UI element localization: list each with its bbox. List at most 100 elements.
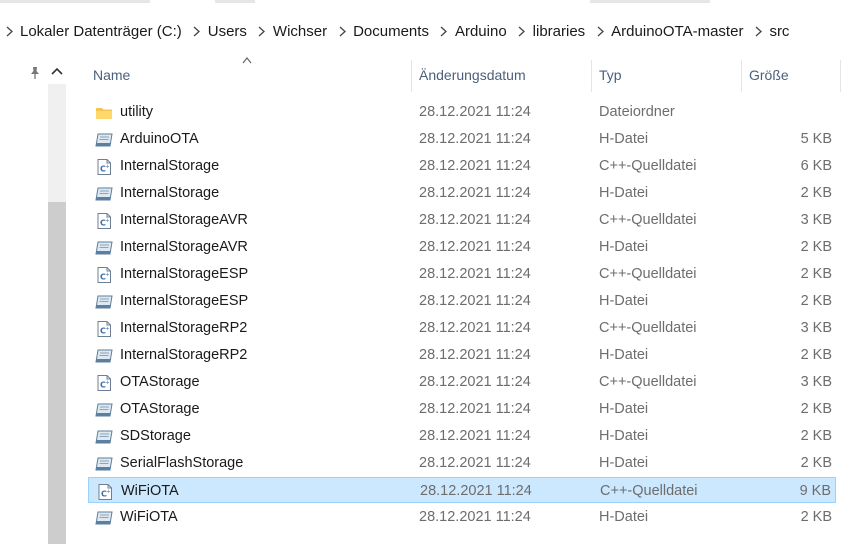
file-date: 28.12.2021 11:24 <box>419 131 531 147</box>
chevron-right-icon[interactable] <box>253 21 271 41</box>
column-header-type[interactable]: Typ <box>599 58 622 92</box>
breadcrumb-item[interactable]: Documents <box>351 23 435 40</box>
file-row[interactable]: InternalStorage 28.12.2021 11:24 H-Datei 2 … <box>88 180 836 206</box>
file-name: InternalStorageESP <box>120 293 249 309</box>
file-row[interactable]: InternalStorageESP 28.12.2021 11:24 H-Date… <box>88 288 836 314</box>
file-type: H-Datei <box>599 401 649 417</box>
cpp-file-icon: C + <box>95 320 113 337</box>
file-type: C++-Quelldatei <box>599 374 697 390</box>
file-size: 6 KB <box>800 158 832 174</box>
breadcrumb-item[interactable]: Arduino <box>453 23 513 40</box>
file-size: 2 KB <box>800 428 832 444</box>
h-file-icon <box>95 293 113 309</box>
breadcrumb-item[interactable]: ArduinoOTA-master <box>609 23 749 40</box>
file-name: WiFiOTA <box>121 483 179 499</box>
file-row[interactable]: utility 28.12.2021 11:24 Dateiordner <box>88 99 836 125</box>
file-type: H-Datei <box>599 455 649 471</box>
file-size: 2 KB <box>800 455 832 471</box>
file-size: 5 KB <box>800 131 832 147</box>
file-row[interactable]: InternalStorageRP2 28.12.2021 11:24 H-Date… <box>88 342 836 368</box>
svg-text:+: + <box>107 489 111 495</box>
chevron-right-icon[interactable] <box>591 21 609 41</box>
folder-icon <box>95 104 113 120</box>
file-row[interactable]: C + InternalStorage 28.12.2021 11:24 C++-Que… <box>88 153 836 179</box>
file-name: WiFiOTA <box>120 509 178 525</box>
file-name: ArduinoOTA <box>120 131 199 147</box>
file-name: InternalStorageRP2 <box>120 320 248 336</box>
file-date: 28.12.2021 11:24 <box>419 401 531 417</box>
file-name: OTAStorage <box>120 401 200 417</box>
column-header-size[interactable]: Größe <box>749 58 789 92</box>
cpp-file-icon: C + <box>95 266 113 283</box>
file-row[interactable]: WiFiOTA 28.12.2021 11:24 H-Datei 2 KB <box>88 504 836 530</box>
h-file-icon <box>95 509 113 525</box>
breadcrumb-item[interactable]: Lokaler Datenträger (C:) <box>18 23 188 40</box>
file-row[interactable]: InternalStorageAVR 28.12.2021 11:24 H-Date… <box>88 234 836 260</box>
file-row[interactable]: C + InternalStorageRP2 28.12.2021 11:24 C++-… <box>88 315 836 341</box>
file-date: 28.12.2021 11:24 <box>419 347 531 363</box>
file-row[interactable]: SDStorage 28.12.2021 11:24 H-Datei 2 KB <box>88 423 836 449</box>
column-divider[interactable] <box>411 60 412 92</box>
file-name: InternalStorageAVR <box>120 239 248 255</box>
file-size: 3 KB <box>800 374 832 390</box>
file-type: C++-Quelldatei <box>599 158 697 174</box>
file-row[interactable]: ArduinoOTA 28.12.2021 11:24 H-Datei 5 KB <box>88 126 836 152</box>
column-divider[interactable] <box>840 60 841 92</box>
chevron-right-icon[interactable] <box>435 21 453 41</box>
chevron-right-icon[interactable] <box>513 21 531 41</box>
file-size: 2 KB <box>800 509 832 525</box>
h-file-icon <box>95 428 113 444</box>
h-file-icon <box>95 185 113 201</box>
file-date: 28.12.2021 11:24 <box>419 104 531 120</box>
file-date: 28.12.2021 11:24 <box>419 185 531 201</box>
file-row[interactable]: C + InternalStorageAVR 28.12.2021 11:24 C++-… <box>88 207 836 233</box>
h-file-icon <box>95 239 113 255</box>
svg-text:+: + <box>106 164 110 170</box>
file-name: InternalStorageESP <box>120 266 249 282</box>
breadcrumb-item[interactable]: libraries <box>531 23 592 40</box>
chevron-right-icon[interactable] <box>333 21 351 41</box>
breadcrumb-item[interactable]: src <box>767 23 795 40</box>
svg-text:+: + <box>106 272 110 278</box>
nav-scrollbar-thumb[interactable] <box>48 202 66 544</box>
file-row[interactable]: SerialFlashStorage 28.12.2021 11:24 H-Date… <box>88 450 836 476</box>
file-type: C++-Quelldatei <box>599 320 697 336</box>
file-size: 3 KB <box>800 212 832 228</box>
svg-text:+: + <box>106 218 110 224</box>
chevron-right-icon[interactable] <box>749 21 767 41</box>
title-strip-segment <box>590 0 710 3</box>
file-date: 28.12.2021 11:24 <box>420 483 532 499</box>
pin-icon[interactable] <box>28 66 42 80</box>
file-name: utility <box>120 104 154 120</box>
file-size: 2 KB <box>800 347 832 363</box>
breadcrumb-item[interactable]: Users <box>206 23 253 40</box>
column-header-date[interactable]: Änderungsdatum <box>419 58 526 92</box>
file-name: OTAStorage <box>120 374 200 390</box>
file-name: InternalStorage <box>120 185 220 201</box>
file-date: 28.12.2021 11:24 <box>419 158 531 174</box>
file-size: 2 KB <box>800 239 832 255</box>
column-header-name[interactable]: Name <box>93 58 130 92</box>
file-row[interactable]: C + OTAStorage 28.12.2021 11:24 C++-Quelldat… <box>88 369 836 395</box>
svg-text:+: + <box>106 380 110 386</box>
file-row[interactable]: OTAStorage 28.12.2021 11:24 H-Datei 2 KB <box>88 396 836 422</box>
title-strip-segment <box>215 0 255 3</box>
file-date: 28.12.2021 11:24 <box>419 212 531 228</box>
column-divider[interactable] <box>591 60 592 92</box>
column-divider[interactable] <box>741 60 742 92</box>
file-date: 28.12.2021 11:24 <box>419 509 531 525</box>
file-type: H-Datei <box>599 131 649 147</box>
file-name: InternalStorage <box>120 158 220 174</box>
file-row[interactable]: C + InternalStorageESP 28.12.2021 11:24 C++-… <box>88 261 836 287</box>
file-row[interactable]: C + WiFiOTA 28.12.2021 11:24 C++-Quelldatei 9… <box>88 477 836 503</box>
chevron-right-icon[interactable] <box>0 21 18 41</box>
breadcrumb-item[interactable]: Wichser <box>271 23 333 40</box>
file-size: 9 KB <box>799 483 831 499</box>
sort-ascending-icon <box>242 57 252 64</box>
chevron-up-icon[interactable] <box>50 65 64 79</box>
chevron-right-icon[interactable] <box>188 21 206 41</box>
file-type: C++-Quelldatei <box>599 266 697 282</box>
title-strip <box>0 0 856 6</box>
svg-text:+: + <box>106 326 110 332</box>
cpp-file-icon: C + <box>96 483 114 500</box>
